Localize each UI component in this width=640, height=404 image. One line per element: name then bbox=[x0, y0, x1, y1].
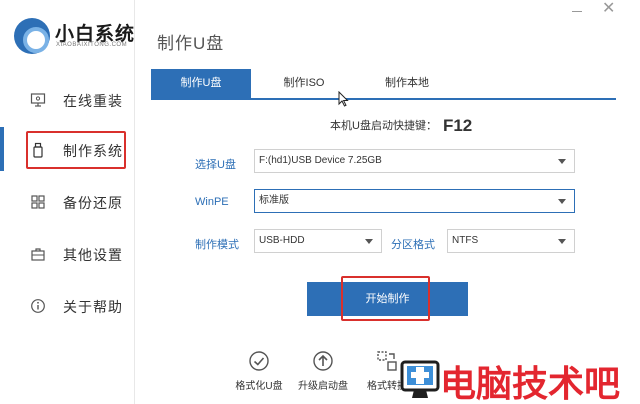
sidebar-item-online-reinstall[interactable]: 在线重装 bbox=[0, 80, 134, 120]
usb-select-label: 选择U盘 bbox=[195, 159, 236, 171]
tool-label: 升级启动盘 bbox=[298, 381, 348, 392]
app-logo: 小白系统 XIAOBAIXITONG.COM bbox=[12, 16, 134, 56]
sidebar-item-backup-restore[interactable]: 备份还原 bbox=[0, 182, 134, 222]
upload-circle-icon bbox=[313, 351, 333, 371]
highlight-box bbox=[341, 276, 430, 321]
sidebar-item-label: 关于帮助 bbox=[63, 299, 123, 315]
close-button[interactable]: ✕ bbox=[602, 1, 615, 17]
winpe-select-label: WinPE bbox=[195, 196, 229, 208]
winpe-select-value: 标准版 bbox=[259, 195, 289, 206]
chevron-down-icon bbox=[558, 199, 566, 204]
convert-icon bbox=[377, 351, 397, 371]
sidebar-item-about-help[interactable]: 关于帮助 bbox=[0, 286, 134, 326]
check-circle-icon bbox=[249, 351, 269, 371]
toolbox-icon bbox=[31, 248, 45, 261]
partition-select-value: NTFS bbox=[452, 235, 479, 246]
usb-select[interactable]: F:(hd1)USB Device 7.25GB bbox=[254, 149, 575, 173]
watermark-logo-icon bbox=[400, 360, 440, 398]
logo-mark-icon bbox=[14, 18, 50, 54]
mode-select[interactable]: USB-HDD bbox=[254, 229, 382, 253]
window-controls: ✕ bbox=[572, 1, 620, 18]
watermark-text: 电脑技术吧 bbox=[439, 362, 621, 404]
info-icon bbox=[31, 299, 45, 313]
sidebar-item-label: 在线重装 bbox=[63, 93, 123, 109]
watermark: 电脑技术吧 bbox=[398, 352, 640, 404]
chevron-down-icon bbox=[558, 239, 566, 244]
page-title: 制作U盘 bbox=[157, 34, 225, 53]
sidebar-item-other-settings[interactable]: 其他设置 bbox=[0, 234, 134, 274]
sidebar-item-label: 其他设置 bbox=[63, 247, 123, 263]
tab-bar: 制作U盘 制作ISO 制作本地 bbox=[151, 69, 616, 100]
minimize-button[interactable] bbox=[572, 11, 582, 12]
partition-select[interactable]: NTFS bbox=[447, 229, 575, 253]
monitor-icon bbox=[30, 93, 46, 107]
hotkey-label: 本机U盘启动快捷键： bbox=[330, 120, 437, 132]
tab-make-local[interactable]: 制作本地 bbox=[357, 69, 457, 98]
tab-make-usb[interactable]: 制作U盘 bbox=[151, 69, 251, 98]
tool-label: 格式化U盘 bbox=[235, 381, 283, 392]
sidebar-item-label: 备份还原 bbox=[63, 195, 123, 211]
format-usb-tool[interactable]: 格式化U盘 bbox=[229, 350, 289, 400]
highlight-box bbox=[26, 131, 126, 169]
hotkey-info: 本机U盘启动快捷键： F12 bbox=[330, 116, 472, 136]
sidebar: 小白系统 XIAOBAIXITONG.COM 在线重装 制作系统 备份还原 其他… bbox=[0, 0, 135, 404]
usb-select-value: F:(hd1)USB Device 7.25GB bbox=[259, 155, 382, 166]
hotkey-value: F12 bbox=[442, 116, 473, 135]
mode-select-label: 制作模式 bbox=[195, 239, 239, 251]
chevron-down-icon bbox=[365, 239, 373, 244]
app-subtitle: XIAOBAIXITONG.COM bbox=[56, 42, 128, 48]
winpe-select[interactable]: 标准版 bbox=[254, 189, 575, 213]
mouse-cursor-icon bbox=[338, 91, 349, 107]
backup-grid-icon bbox=[31, 195, 45, 209]
mode-select-value: USB-HDD bbox=[259, 235, 305, 246]
upgrade-boot-disk-tool[interactable]: 升级启动盘 bbox=[293, 350, 353, 400]
partition-select-label: 分区格式 bbox=[391, 239, 435, 251]
chevron-down-icon bbox=[558, 159, 566, 164]
